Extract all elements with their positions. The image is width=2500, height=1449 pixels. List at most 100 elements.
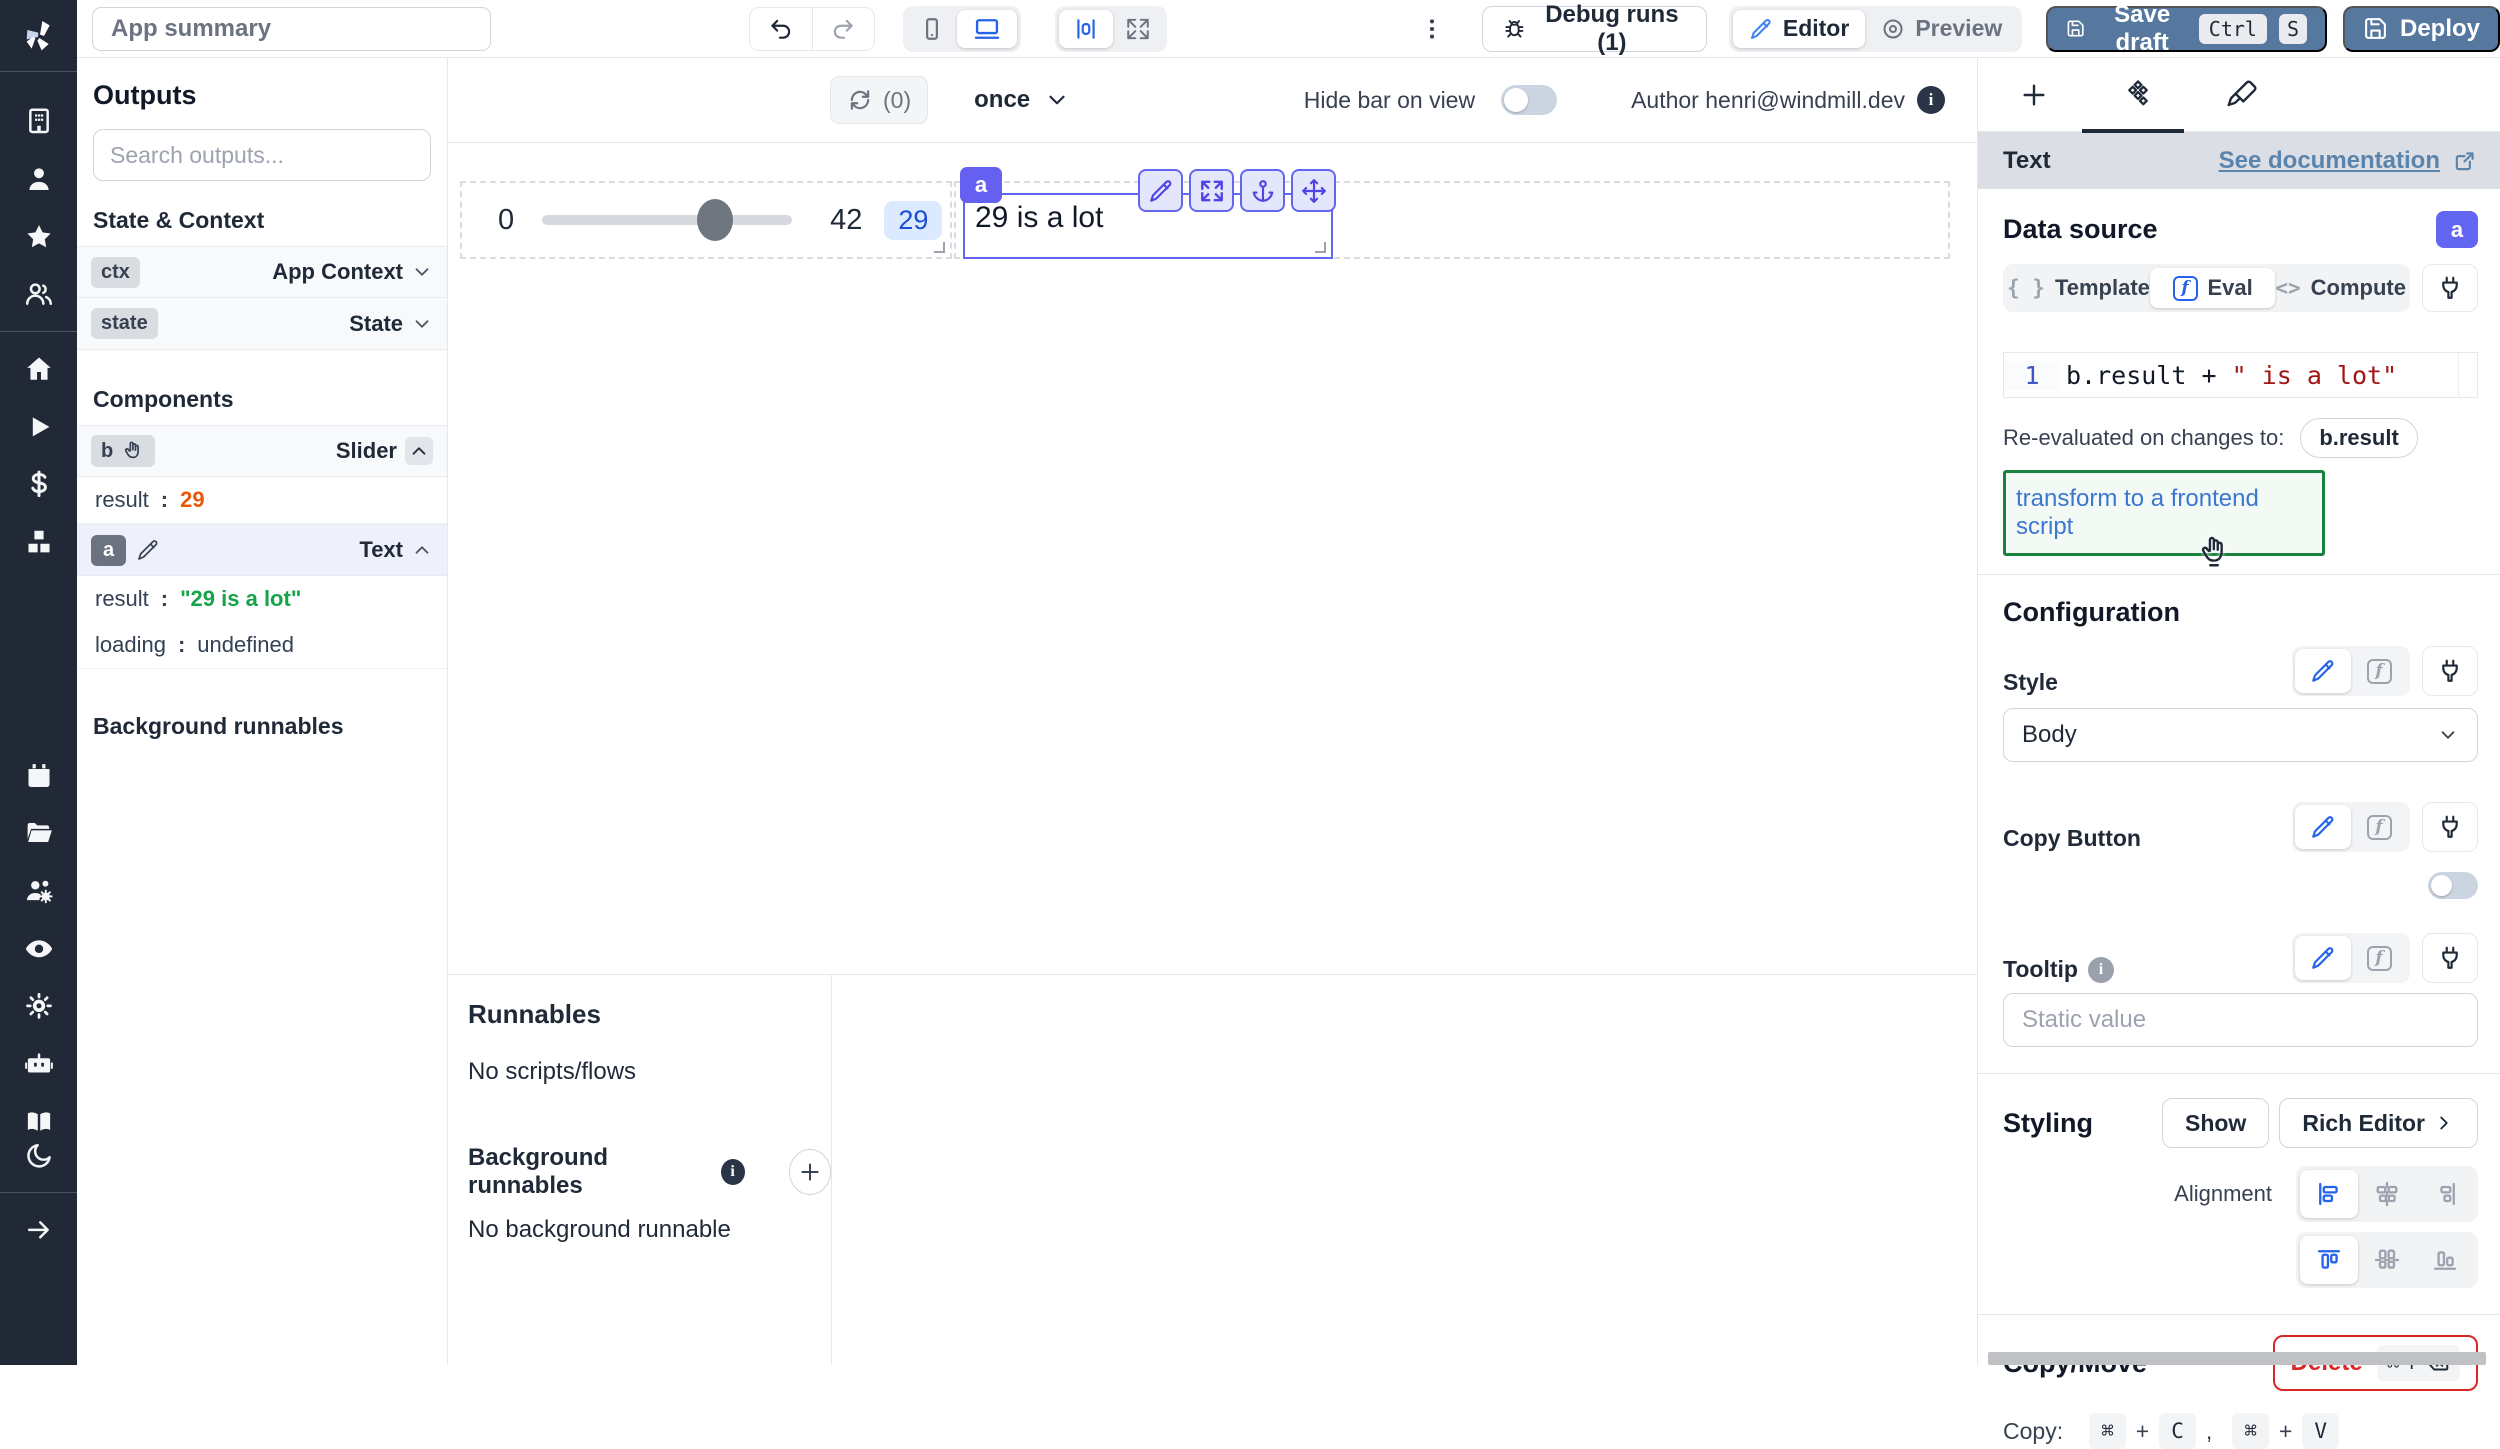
star-icon[interactable] xyxy=(24,222,54,252)
component-b-row[interactable]: b Slider xyxy=(77,425,447,477)
workers-users-cog-icon[interactable] xyxy=(24,876,54,906)
users-icon[interactable] xyxy=(24,279,54,309)
tooltip-static-value-input[interactable]: Static value xyxy=(2003,993,2478,1047)
debug-runs-button[interactable]: Debug runs (1) xyxy=(1482,6,1707,52)
editor-tab[interactable]: Editor xyxy=(1733,10,1865,48)
user-icon[interactable] xyxy=(24,164,54,194)
audit-eye-icon[interactable] xyxy=(24,934,54,964)
ai-bot-icon[interactable] xyxy=(24,1049,54,1079)
rich-editor-button[interactable]: Rich Editor xyxy=(2279,1098,2478,1148)
state-row[interactable]: state State xyxy=(77,298,447,350)
horizontal-scrollbar[interactable] xyxy=(1988,1352,2486,1365)
align-bottom-button[interactable] xyxy=(2416,1236,2474,1284)
component-a-row[interactable]: a Text xyxy=(77,524,447,576)
theme-paintbrush-tab-icon[interactable] xyxy=(2226,79,2258,111)
align-top-button[interactable] xyxy=(2300,1236,2358,1284)
template-tab[interactable]: { }Template xyxy=(2007,268,2150,308)
b-result-row[interactable]: result: 29 xyxy=(77,477,447,524)
see-documentation-link[interactable]: See documentation xyxy=(2219,147,2478,175)
deploy-button[interactable]: Deploy xyxy=(2343,6,2500,52)
styling-heading: Styling xyxy=(2003,1108,2093,1139)
collapse-toggle[interactable] xyxy=(405,437,433,465)
a-result-row[interactable]: result: "29 is a lot" xyxy=(77,576,447,622)
edit-component-button[interactable] xyxy=(1138,169,1183,212)
connect-plug-button[interactable] xyxy=(2422,646,2478,696)
insert-component-plus-icon[interactable] xyxy=(2018,79,2050,111)
expand-arrow-right-icon[interactable] xyxy=(24,1215,54,1245)
rail-divider xyxy=(0,331,77,332)
a-loading-row[interactable]: loading: undefined xyxy=(77,622,447,669)
settings-gear-icon[interactable] xyxy=(24,991,54,1021)
folders-icon[interactable] xyxy=(24,818,54,848)
eval-tab[interactable]: fEval xyxy=(2150,268,2275,308)
save-draft-button[interactable]: Save draft Ctrl S xyxy=(2046,6,2327,52)
app-summary-input[interactable]: App summary xyxy=(92,7,491,51)
info-icon[interactable]: i xyxy=(721,1159,745,1185)
eval-fx-button[interactable]: f xyxy=(2351,649,2407,693)
component-settings-tab-icon[interactable] xyxy=(2122,79,2154,111)
pencil-icon xyxy=(2310,658,2336,684)
desktop-view-button[interactable] xyxy=(957,10,1017,48)
deploy-save-icon xyxy=(2363,16,2388,41)
resize-handle[interactable] xyxy=(934,242,945,253)
eval-fx-button[interactable]: f xyxy=(2351,936,2407,980)
move-component-button[interactable] xyxy=(1291,169,1336,212)
preview-tab[interactable]: Preview xyxy=(1865,10,2018,48)
style-select[interactable]: Body xyxy=(2003,708,2478,762)
resize-handle[interactable] xyxy=(1315,242,1326,253)
copy-button-toggle[interactable] xyxy=(2428,872,2478,899)
refresh-button[interactable]: (0) xyxy=(830,76,928,124)
add-background-runnable-button[interactable] xyxy=(789,1149,832,1195)
align-right-button[interactable] xyxy=(2416,1170,2474,1218)
anchor-component-button[interactable] xyxy=(1240,169,1285,212)
dependency-pill[interactable]: b.result xyxy=(2300,418,2417,458)
search-outputs-input[interactable]: Search outputs... xyxy=(93,129,431,181)
canvas-grid[interactable]: 0 42 29 a 29 is a lot xyxy=(448,143,1977,975)
docs-book-icon[interactable] xyxy=(24,1107,54,1137)
static-pencil-button[interactable] xyxy=(2295,649,2351,693)
workspace-building-icon[interactable] xyxy=(24,106,54,136)
runs-play-icon[interactable] xyxy=(24,412,54,442)
component-settings-panel: Text See documentation Data source a { }… xyxy=(1977,58,2500,1365)
chevron-down-icon[interactable] xyxy=(411,261,433,283)
align-middle-v-button[interactable] xyxy=(2358,1236,2416,1284)
rename-pencil-icon[interactable] xyxy=(136,538,160,562)
fullscreen-canvas-button[interactable] xyxy=(1113,10,1163,48)
connect-plug-button[interactable] xyxy=(2422,264,2478,312)
transform-frontend-script-link[interactable]: transform to a frontend script xyxy=(2016,485,2259,540)
dark-mode-moon-icon[interactable] xyxy=(24,1141,54,1171)
eval-fx-button[interactable]: f xyxy=(2351,805,2407,849)
slider-track[interactable] xyxy=(542,215,792,225)
slider-thumb[interactable] xyxy=(697,199,733,241)
chevron-down-icon xyxy=(2437,724,2459,746)
compute-tab[interactable]: <>Compute xyxy=(2275,268,2406,308)
more-options-kebab-icon[interactable] xyxy=(1417,16,1449,42)
chevron-down-icon[interactable] xyxy=(411,313,433,335)
redo-button[interactable] xyxy=(812,8,874,50)
undo-button[interactable] xyxy=(750,8,812,50)
eval-code-editor[interactable]: 1 b.result + " is a lot" xyxy=(2003,352,2478,398)
center-canvas-button[interactable] xyxy=(1059,10,1113,48)
home-icon[interactable] xyxy=(24,354,54,384)
schedules-calendar-icon[interactable] xyxy=(24,761,54,791)
windmill-logo[interactable] xyxy=(0,0,77,71)
align-center-h-button[interactable] xyxy=(2358,1170,2416,1218)
styling-show-button[interactable]: Show xyxy=(2162,1098,2269,1148)
info-icon[interactable]: i xyxy=(1917,86,1945,114)
align-left-button[interactable] xyxy=(2300,1170,2358,1218)
static-pencil-button[interactable] xyxy=(2295,936,2351,980)
hide-bar-toggle[interactable] xyxy=(1501,85,1557,115)
mobile-view-button[interactable] xyxy=(907,10,957,48)
slider-component-cell[interactable]: 0 42 29 xyxy=(460,181,952,259)
text-component-content: 29 is a lot xyxy=(975,201,1103,234)
schedule-mode-dropdown[interactable]: once xyxy=(974,86,1070,114)
ctx-row[interactable]: ctx App Context xyxy=(77,246,447,298)
expand-component-button[interactable] xyxy=(1189,169,1234,212)
chevron-up-icon[interactable] xyxy=(411,539,433,561)
variables-dollar-icon[interactable] xyxy=(24,469,54,499)
connect-plug-button[interactable] xyxy=(2422,802,2478,852)
info-icon[interactable]: i xyxy=(2088,957,2114,983)
connect-plug-button[interactable] xyxy=(2422,933,2478,983)
resources-boxes-icon[interactable] xyxy=(24,527,54,557)
static-pencil-button[interactable] xyxy=(2295,805,2351,849)
